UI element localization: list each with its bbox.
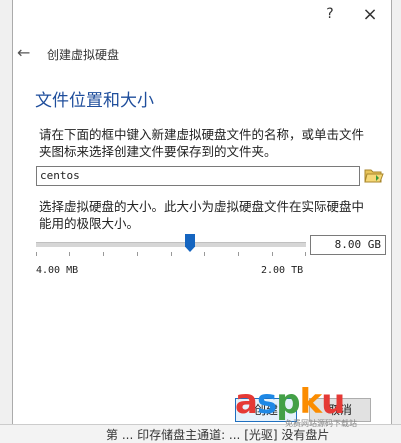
slider-tick [69, 252, 70, 256]
watermark-logo: aspku [235, 382, 345, 422]
slider-tick [204, 252, 205, 256]
slider-tick [171, 252, 172, 256]
slider-tick [238, 252, 239, 256]
disk-size-slider[interactable] [36, 232, 306, 262]
title-bar: ? × [13, 0, 391, 30]
disk-size-input[interactable]: 8.00 GB [310, 235, 386, 255]
slider-tick [137, 252, 138, 256]
back-arrow-icon[interactable]: ← [17, 44, 35, 62]
slider-tick [36, 252, 37, 256]
aspku-watermark: aspku 免费网站源码下载站 [230, 382, 395, 432]
close-button[interactable]: × [357, 4, 383, 26]
file-name-input[interactable]: centos [36, 166, 360, 186]
min-size-label: 4.00 MB [36, 265, 79, 276]
slider-thumb[interactable] [185, 234, 195, 252]
watermark-subtitle: 免费网站源码下载站 [285, 419, 357, 428]
slider-tick [103, 252, 104, 256]
slider-track [36, 242, 306, 247]
page-title: 文件位置和大小 [35, 91, 154, 111]
background-window-right [391, 0, 401, 442]
wizard-header-title: 创建虚拟硬盘 [47, 48, 120, 62]
slider-tick [272, 252, 273, 256]
location-description: 请在下面的框中键入新建虚拟硬盘文件的名称，或单击文件夹图标来选择创建文件要保存到… [39, 127, 365, 159]
size-description: 选择虚拟硬盘的大小。此大小为虚拟硬盘文件在实际硬盘中能用的极限大小。 [39, 199, 365, 231]
max-size-label: 2.00 TB [261, 265, 304, 276]
help-button[interactable]: ? [319, 6, 341, 24]
create-virtual-disk-dialog: ? × ← 创建虚拟硬盘 文件位置和大小 请在下面的框中键入新建虚拟硬盘文件的名… [12, 0, 392, 424]
slider-tick [305, 252, 306, 256]
folder-open-icon[interactable] [364, 165, 384, 185]
